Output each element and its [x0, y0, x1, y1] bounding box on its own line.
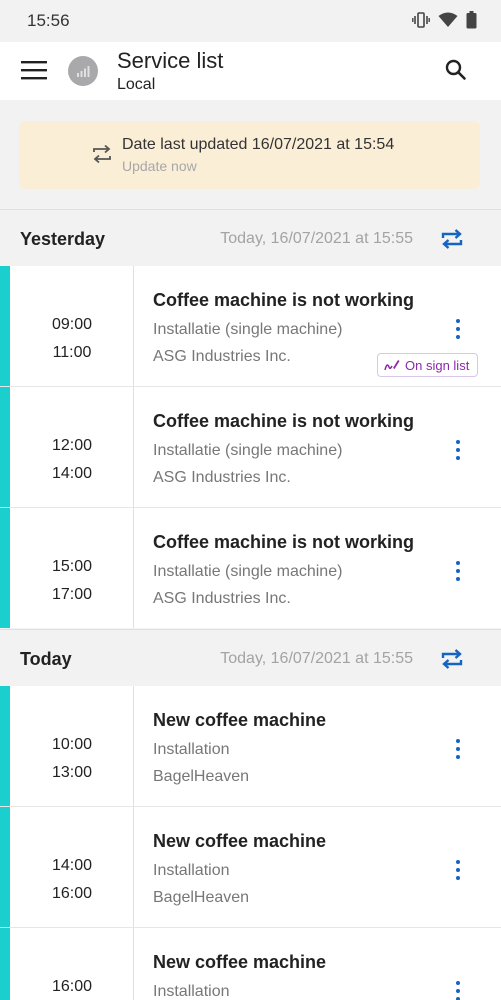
status-bar: 15:56: [0, 0, 501, 42]
start-time: 14:00: [51, 857, 93, 874]
search-icon: [445, 59, 466, 80]
section-header: Today Today, 16/07/2021 at 15:55: [0, 629, 501, 686]
row-company: ASG Industries Inc.: [153, 469, 291, 486]
service-row[interactable]: 16:00 New coffee machine Installation: [0, 927, 501, 1000]
time-column: 15:00 17:00: [10, 508, 134, 628]
start-time: 16:00: [51, 978, 93, 995]
status-accent: [0, 928, 10, 1000]
section-title: Today: [20, 649, 72, 669]
signature-pen-icon: [384, 360, 400, 371]
app-bar: Service list Local: [0, 42, 501, 101]
section-date: Today, 16/07/2021 at 15:55: [220, 650, 413, 667]
more-vertical-icon: [456, 319, 460, 339]
more-vertical-icon: [456, 860, 460, 880]
status-accent: [0, 266, 10, 386]
row-company: BagelHeaven: [153, 889, 250, 906]
page-subtitle: Local: [117, 76, 156, 93]
badge-label: On sign list: [405, 357, 470, 373]
on-sign-list-badge: On sign list: [377, 353, 479, 377]
row-type: Installation: [153, 862, 230, 879]
sync-button[interactable]: [440, 228, 464, 249]
row-title: Coffee machine is not working: [153, 290, 415, 310]
row-title: New coffee machine: [153, 831, 327, 851]
start-time: 10:00: [51, 736, 93, 753]
sync-button[interactable]: [440, 648, 464, 669]
start-time: 09:00: [51, 316, 93, 333]
content-area: Date last updated 16/07/2021 at 15:54 Up…: [0, 100, 501, 1000]
start-time: 12:00: [51, 437, 93, 454]
service-rows: 10:00 13:00 New coffee machine Installat…: [0, 686, 501, 1000]
time-column: 16:00: [10, 928, 134, 1000]
row-type: Installation: [153, 983, 230, 1000]
service-rows: 09:00 11:00 Coffee machine is not workin…: [0, 266, 501, 628]
row-title: Coffee machine is not working: [153, 411, 415, 431]
wifi-icon: [438, 12, 458, 27]
section-header: Yesterday Today, 16/07/2021 at 15:55: [0, 209, 501, 266]
status-icons: [412, 11, 477, 29]
more-options-button[interactable]: [450, 560, 466, 582]
signal-bars-icon: [77, 66, 90, 77]
page-title: Service list: [117, 48, 224, 73]
hamburger-menu-icon: [21, 61, 47, 80]
status-accent: [0, 807, 10, 927]
more-vertical-icon: [456, 739, 460, 759]
status-accent: [0, 508, 10, 628]
start-time: 15:00: [51, 558, 93, 575]
more-vertical-icon: [456, 561, 460, 581]
row-type: Installatie (single machine): [153, 321, 343, 338]
end-time: 14:00: [51, 465, 93, 482]
end-time: 11:00: [52, 344, 92, 361]
end-time: 17:00: [51, 586, 93, 603]
service-row[interactable]: 12:00 14:00 Coffee machine is not workin…: [0, 386, 501, 507]
time-column: 10:00 13:00: [10, 686, 134, 806]
row-type: Installatie (single machine): [153, 563, 343, 580]
end-time: 13:00: [51, 764, 93, 781]
avatar[interactable]: [68, 56, 98, 86]
more-vertical-icon: [456, 981, 460, 1000]
sync-arrows-icon: [93, 144, 111, 164]
more-options-button[interactable]: [450, 318, 466, 340]
service-row[interactable]: 09:00 11:00 Coffee machine is not workin…: [0, 266, 501, 386]
last-updated-text: Date last updated 16/07/2021 at 15:54: [122, 136, 395, 153]
end-time: 16:00: [51, 885, 93, 902]
row-type: Installatie (single machine): [153, 442, 343, 459]
sync-arrows-icon: [441, 649, 463, 669]
section-date: Today, 16/07/2021 at 15:55: [220, 230, 413, 247]
service-row[interactable]: 14:00 16:00 New coffee machine Installat…: [0, 806, 501, 927]
section-today: Today Today, 16/07/2021 at 15:55 10:00 1…: [0, 629, 501, 1000]
service-row[interactable]: 10:00 13:00 New coffee machine Installat…: [0, 686, 501, 806]
more-options-button[interactable]: [450, 980, 466, 1000]
row-title: Coffee machine is not working: [153, 532, 415, 552]
sync-arrows-icon: [441, 229, 463, 249]
row-company: ASG Industries Inc.: [153, 348, 291, 365]
update-now-link[interactable]: Update now: [122, 158, 197, 174]
time-column: 09:00 11:00: [10, 266, 134, 386]
status-accent: [0, 686, 10, 806]
service-row[interactable]: 15:00 17:00 Coffee machine is not workin…: [0, 507, 501, 628]
search-button[interactable]: [444, 58, 468, 82]
status-accent: [0, 387, 10, 507]
time-column: 14:00 16:00: [10, 807, 134, 927]
section-yesterday: Yesterday Today, 16/07/2021 at 15:55 09:…: [0, 209, 501, 628]
row-title: New coffee machine: [153, 952, 327, 972]
row-company: BagelHeaven: [153, 768, 250, 785]
more-options-button[interactable]: [450, 439, 466, 461]
battery-icon: [466, 11, 477, 29]
row-type: Installation: [153, 741, 230, 758]
section-title: Yesterday: [20, 229, 106, 249]
vibrate-icon: [412, 12, 430, 28]
update-banner[interactable]: Date last updated 16/07/2021 at 15:54 Up…: [19, 121, 480, 189]
row-company: ASG Industries Inc.: [153, 590, 291, 607]
more-options-button[interactable]: [450, 859, 466, 881]
time-column: 12:00 14:00: [10, 387, 134, 507]
status-time: 15:56: [27, 11, 70, 30]
row-title: New coffee machine: [153, 710, 327, 730]
menu-button[interactable]: [21, 59, 47, 81]
more-vertical-icon: [456, 440, 460, 460]
more-options-button[interactable]: [450, 738, 466, 760]
